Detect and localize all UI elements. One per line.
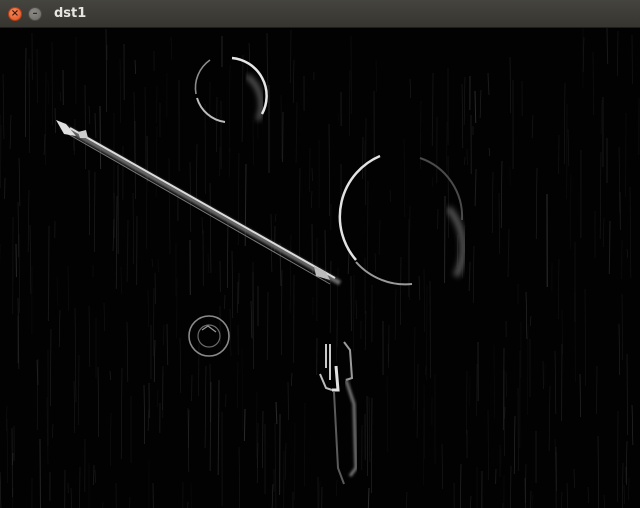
title-bar[interactable]: × – dst1 bbox=[0, 0, 640, 28]
minimize-button[interactable]: – bbox=[28, 7, 42, 21]
image-canvas bbox=[0, 28, 640, 508]
minimize-icon: – bbox=[32, 8, 38, 19]
close-icon: × bbox=[10, 8, 20, 19]
edge-image bbox=[0, 28, 640, 508]
close-button[interactable]: × bbox=[8, 7, 22, 21]
window-title: dst1 bbox=[54, 6, 87, 21]
image-window: × – dst1 bbox=[0, 0, 640, 508]
